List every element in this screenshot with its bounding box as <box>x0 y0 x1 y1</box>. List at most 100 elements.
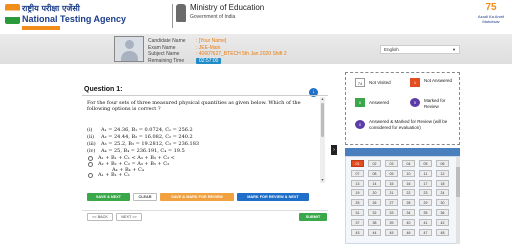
subject-name-label: Subject Name <box>148 51 180 57</box>
palette-question-08[interactable]: 08 <box>368 169 381 177</box>
palette-question-04[interactable]: 04 <box>402 160 415 167</box>
palette-question-29[interactable]: 29 <box>419 199 432 207</box>
national-emblem-icon <box>176 4 186 22</box>
answer-radio[interactable] <box>88 173 93 178</box>
chevron-down-icon: ▼ <box>452 47 456 52</box>
palette-question-41[interactable]: 41 <box>419 218 432 226</box>
palette-question-44[interactable]: 44 <box>368 228 381 236</box>
palette-question-05[interactable]: 05 <box>419 160 432 167</box>
option-tag: (iv) <box>87 148 96 154</box>
palette-question-14[interactable]: 14 <box>368 179 381 187</box>
exam-name-label: Exam Name <box>148 44 176 51</box>
language-selected: English <box>384 47 399 52</box>
palette-question-30[interactable]: 30 <box>436 199 449 207</box>
palette-question-32[interactable]: 32 <box>368 209 381 216</box>
palette-question-13[interactable]: 13 <box>351 179 364 187</box>
palette-question-19[interactable]: 19 <box>351 189 364 197</box>
palette-question-22[interactable]: 22 <box>402 189 415 197</box>
question-palette: 01 02 03 04 05 06 07 08 09 10 11 12 13 14 15 16 17 18 19 20… <box>345 156 460 244</box>
palette-question-01[interactable]: 01 <box>351 160 364 167</box>
not-visited-label: Not Visited <box>369 80 391 85</box>
scrollbar-thumb[interactable] <box>321 103 324 137</box>
answered-marked-label: Answered & Marked for Review (will be co… <box>369 119 448 130</box>
palette-question-25[interactable]: 25 <box>351 199 364 207</box>
palette-question-11[interactable]: 11 <box>419 169 432 177</box>
palette-header <box>345 148 460 156</box>
back-button[interactable]: << BACK <box>87 213 113 221</box>
org-tagline-bar <box>22 26 60 30</box>
answered-label: Answered <box>369 100 390 105</box>
palette-scroll-thumb[interactable] <box>456 167 460 197</box>
option-text: A₁ = 24.36, B₁ = 0.0724, C₁ = 256.2 <box>101 127 193 133</box>
palette-question-16[interactable]: 16 <box>402 179 415 187</box>
palette-question-02[interactable]: 02 <box>368 160 381 167</box>
palette-question-23[interactable]: 23 <box>419 189 432 197</box>
palette-question-10[interactable]: 10 <box>402 169 415 177</box>
save-mark-review-button[interactable]: SAVE & MARK FOR REVIEW <box>160 193 234 201</box>
palette-question-37[interactable]: 37 <box>351 218 364 226</box>
scroll-down-arrow-icon[interactable]: ▼ <box>320 178 325 183</box>
submit-button[interactable]: SUBMIT <box>299 213 327 221</box>
clear-button[interactable]: CLEAR <box>133 193 157 201</box>
status-legend: 74 Not Visited 1 Not Answered 0 Answered… <box>345 72 460 145</box>
exam-name-value: : JEE-Main <box>196 44 221 51</box>
candidate-name-value: : [Your Name] <box>196 38 227 44</box>
palette-question-07[interactable]: 07 <box>351 169 364 177</box>
palette-question-39[interactable]: 39 <box>385 218 398 226</box>
azadi-logo: 75 Azadi Ka Amrit Mahotsav <box>474 2 508 30</box>
palette-question-06[interactable]: 06 <box>436 160 449 167</box>
palette-question-21[interactable]: 21 <box>385 189 398 197</box>
palette-question-46[interactable]: 46 <box>402 228 415 236</box>
palette-question-42[interactable]: 42 <box>436 218 449 226</box>
palette-question-31[interactable]: 31 <box>351 209 364 216</box>
candidate-photo <box>114 36 144 62</box>
answer-radio[interactable] <box>88 162 93 167</box>
palette-question-35[interactable]: 35 <box>419 209 432 216</box>
palette-question-15[interactable]: 15 <box>385 179 398 187</box>
option-row: (i) A₁ = 24.36, B₁ = 0.0724, C₁ = 256.2 <box>87 127 193 133</box>
azadi-number: 75 <box>485 2 497 13</box>
palette-question-24[interactable]: 24 <box>436 189 449 197</box>
save-next-button[interactable]: SAVE & NEXT <box>87 193 130 201</box>
option-tag: (iii) <box>87 141 96 147</box>
marked-review-icon: 0 <box>410 98 420 107</box>
palette-question-36[interactable]: 36 <box>436 209 449 216</box>
next-button[interactable]: NEXT >> <box>116 213 142 221</box>
remaining-time-label: Remaining Time <box>148 57 185 64</box>
scroll-up-arrow-icon[interactable]: ▲ <box>320 97 325 102</box>
palette-question-38[interactable]: 38 <box>368 218 381 226</box>
palette-question-45[interactable]: 45 <box>385 228 398 236</box>
palette-question-09[interactable]: 09 <box>385 169 398 177</box>
panel-toggle-icon[interactable]: › <box>331 145 337 155</box>
not-visited-icon: 74 <box>355 78 365 87</box>
palette-question-48[interactable]: 48 <box>436 228 449 236</box>
ministry-subtitle: Government of India <box>190 14 236 20</box>
language-select[interactable]: English ▼ <box>380 45 460 54</box>
azadi-text: Azadi Ka Amrit Mahotsav <box>477 14 505 24</box>
palette-question-34[interactable]: 34 <box>402 209 415 216</box>
palette-question-27[interactable]: 27 <box>385 199 398 207</box>
palette-question-43[interactable]: 43 <box>351 228 364 236</box>
palette-question-20[interactable]: 20 <box>368 189 381 197</box>
palette-question-18[interactable]: 18 <box>436 179 449 187</box>
palette-question-40[interactable]: 40 <box>402 218 415 226</box>
palette-question-47[interactable]: 47 <box>419 228 432 236</box>
option-text: A₄ = 25, B₄ = 236.191, C₄ = 19.5 <box>101 148 185 154</box>
option-text: A₂ = 24.44, B₂ = 16.082, C₂ = 240.2 <box>101 134 193 140</box>
candidate-name-label: Candidate Name <box>148 38 186 44</box>
palette-question-28[interactable]: 28 <box>402 199 415 207</box>
org-english-name: National Testing Agency <box>22 14 127 24</box>
option-row: (ii) A₂ = 24.44, B₂ = 16.082, C₂ = 240.2 <box>87 134 193 140</box>
palette-question-26[interactable]: 26 <box>368 199 381 207</box>
palette-question-17[interactable]: 17 <box>419 179 432 187</box>
palette-question-03[interactable]: 03 <box>385 160 398 167</box>
option-tag: (ii) <box>87 134 95 140</box>
palette-scrollbar[interactable] <box>456 157 460 244</box>
palette-question-12[interactable]: 12 <box>436 169 449 177</box>
question-scrollbar[interactable]: ▲ ▼ <box>320 97 325 183</box>
palette-question-33[interactable]: 33 <box>385 209 398 216</box>
answer-radio[interactable] <box>88 156 93 161</box>
option-tag: (i) <box>87 127 93 133</box>
mark-review-next-button[interactable]: MARK FOR REVIEW & NEXT <box>237 193 309 201</box>
action-divider <box>82 210 328 211</box>
